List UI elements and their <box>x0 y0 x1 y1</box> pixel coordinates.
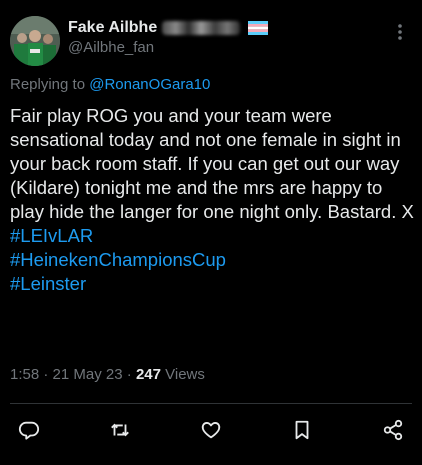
transgender-flag-icon <box>248 21 269 35</box>
heart-icon <box>201 422 221 439</box>
display-name[interactable]: Fake Ailbhe <box>68 19 157 37</box>
redacted-name-blur <box>162 21 241 35</box>
replying-to: Replying to @RonanOGara10 <box>10 76 210 93</box>
tweet-date[interactable]: 21 May 23 <box>53 366 123 383</box>
hashtag-link[interactable]: #Leinster <box>10 272 416 296</box>
replying-prefix: Replying to <box>10 76 90 93</box>
retweet-button[interactable] <box>105 415 135 445</box>
action-bar <box>14 414 408 446</box>
tweet-body: Fair play ROG you and your team were sen… <box>10 104 416 296</box>
avatar[interactable] <box>10 16 60 66</box>
views-label: Views <box>160 366 205 383</box>
tweet-time[interactable]: 1:58 <box>10 366 39 383</box>
meta-separator: · <box>39 366 53 383</box>
bookmark-button[interactable] <box>287 415 317 445</box>
retweet-icon <box>111 423 129 437</box>
reply-mention-link[interactable]: @RonanOGara10 <box>89 76 210 93</box>
reply-icon <box>18 421 40 440</box>
share-button[interactable] <box>378 415 408 445</box>
hashtag-link[interactable]: #LEIvLAR <box>10 224 416 248</box>
like-button[interactable] <box>196 415 226 445</box>
bookmark-icon <box>295 420 309 440</box>
user-handle[interactable]: @Ailbhe_fan <box>68 39 154 56</box>
author-name-row[interactable]: Fake Ailbhe <box>68 17 269 39</box>
tweet-text: Fair play ROG you and your team were sen… <box>10 105 414 222</box>
tweet-meta: 1:58 · 21 May 23 · 247 Views <box>10 366 205 383</box>
more-dots-icon[interactable] <box>392 22 408 42</box>
views-count[interactable]: 247 <box>136 366 161 383</box>
avatar-image <box>10 16 60 66</box>
share-icon <box>383 419 403 441</box>
meta-separator: · <box>122 366 136 383</box>
reply-button[interactable] <box>14 415 44 445</box>
divider <box>10 403 412 404</box>
hashtag-link[interactable]: #HeinekenChampionsCup <box>10 248 416 272</box>
